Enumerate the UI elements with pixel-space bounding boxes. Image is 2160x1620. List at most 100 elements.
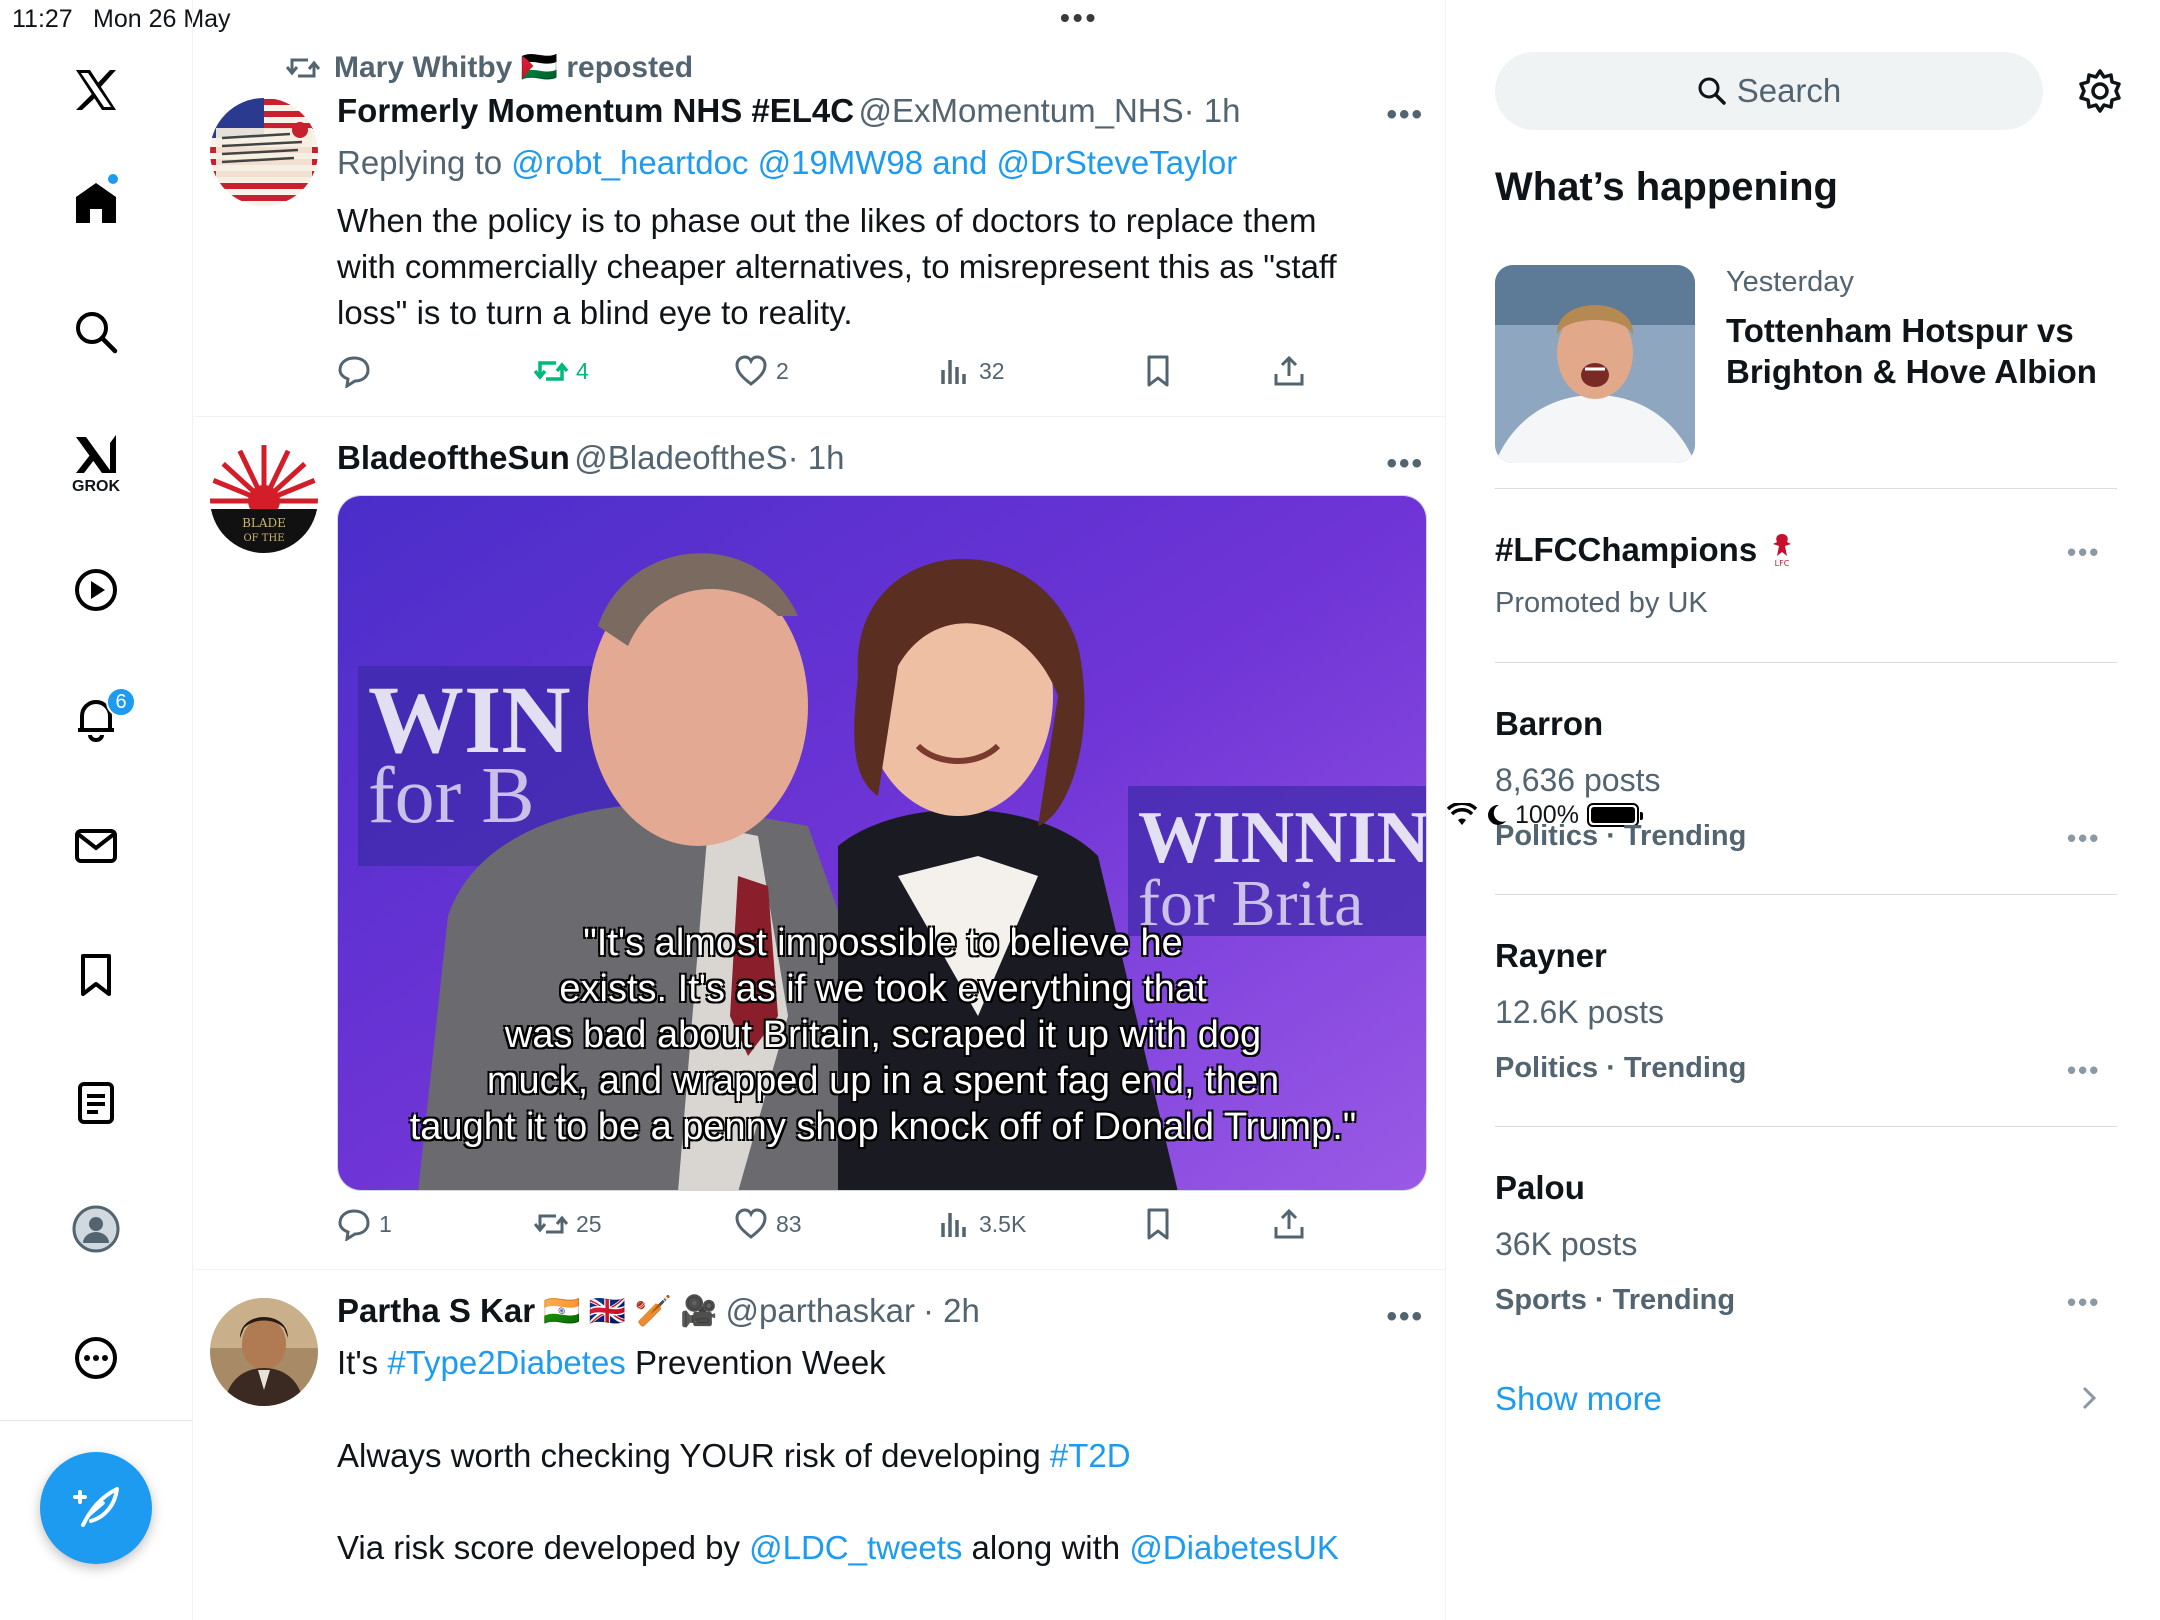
- repost-count: 25: [576, 1210, 602, 1237]
- compose-feather-icon: [73, 1487, 119, 1527]
- search-input[interactable]: Search: [1495, 52, 2043, 130]
- promoted-trend-title: #LFCChampions: [1495, 531, 1758, 568]
- author-handle[interactable]: @parthaskar: [726, 1292, 915, 1330]
- share-icon: [1274, 355, 1304, 386]
- promoted-by-label: Promoted by UK: [1495, 587, 1708, 619]
- replying-mentions[interactable]: @robt_heartdoc @19MW98 and @DrSteveTaylo…: [511, 144, 1237, 181]
- show-more-link[interactable]: Show more: [1495, 1380, 1662, 1418]
- trend-more-icon[interactable]: •••: [2067, 823, 2100, 854]
- author-handle[interactable]: @BladeoftheS: [574, 439, 787, 476]
- caption-line: was bad about Britain, scraped it up wit…: [504, 1014, 1262, 1056]
- repost-icon: [534, 1214, 568, 1234]
- tweet-actions: 4 2 32: [337, 354, 1317, 394]
- trend-title[interactable]: Rayner: [1495, 937, 1607, 975]
- caption-line: taught it to be a penny shop knock off o…: [409, 1106, 1357, 1148]
- whats-happening-heading: What’s happening: [1495, 165, 1838, 209]
- grok-icon[interactable]: [71, 430, 121, 480]
- bookmarks-icon[interactable]: [71, 950, 121, 1000]
- tweet-header: Formerly Momentum NHS #EL4C @ExMomentum_…: [337, 92, 1241, 130]
- repost-count: 4: [576, 357, 589, 384]
- trend-more-icon[interactable]: •••: [2067, 1055, 2100, 1086]
- repost-button[interactable]: 4: [534, 354, 589, 388]
- views-count: 3.5K: [979, 1210, 1027, 1237]
- profile-icon[interactable]: [71, 1204, 121, 1254]
- mention-link[interactable]: @LDC_tweets: [749, 1529, 962, 1566]
- tweet-time[interactable]: · 2h: [923, 1292, 980, 1330]
- share-button[interactable]: [1272, 354, 1306, 388]
- trend-more-icon[interactable]: •••: [2067, 537, 2100, 568]
- grok-label: GROK: [72, 478, 120, 495]
- tweet[interactable]: Partha S Kar 🇮🇳 🇬🇧 🏏 🎥 @parthaskar · 2h •…: [194, 1270, 1445, 1620]
- bookmark-button[interactable]: [1141, 354, 1175, 388]
- views-count: 32: [979, 357, 1005, 384]
- reply-icon: [338, 1209, 370, 1241]
- search-placeholder: Search: [1736, 72, 1842, 109]
- text-segment: along with: [962, 1529, 1130, 1566]
- tweet[interactable]: Mary Whitby 🇵🇸 reposted Formerly Momentu…: [194, 40, 1445, 417]
- repost-label: Mary Whitby 🇵🇸 reposted: [334, 51, 694, 84]
- caption-line: exists. It's as if we took everything th…: [559, 968, 1207, 1010]
- trend-separator: [1495, 488, 2117, 489]
- tweet-header: BladeoftheSun @BladeoftheS· 1h: [337, 439, 844, 477]
- bookmark-icon: [1147, 355, 1169, 387]
- video-icon[interactable]: [71, 565, 121, 615]
- caption-line: "It's almost impossible to believe he: [583, 922, 1183, 964]
- sign-text-left-2: for B: [368, 752, 535, 840]
- messages-icon[interactable]: [71, 821, 121, 871]
- share-icon: [1274, 1208, 1304, 1239]
- avatar[interactable]: BLADE OF THE: [210, 445, 318, 553]
- avatar[interactable]: [210, 1298, 318, 1406]
- chevron-right-icon[interactable]: [2079, 1384, 2099, 1417]
- reply-button[interactable]: 1: [337, 1207, 392, 1241]
- trend-category: Politics · Trending: [1495, 820, 1747, 852]
- tweet-media-image[interactable]: WIN for B WINNIN for Brita "It's almost …: [337, 495, 1427, 1191]
- tweet-more-icon[interactable]: •••: [1386, 98, 1424, 132]
- compose-button[interactable]: [40, 1452, 152, 1564]
- share-button[interactable]: [1272, 1207, 1306, 1241]
- trend-title[interactable]: Barron: [1495, 705, 1603, 743]
- views-chart-icon: [941, 1213, 966, 1237]
- author-name[interactable]: BladeoftheSun: [337, 439, 570, 476]
- svg-text:BLADE: BLADE: [242, 516, 286, 530]
- avatar[interactable]: [210, 98, 318, 206]
- settings-gear-icon[interactable]: [2077, 68, 2123, 114]
- featured-trend-title[interactable]: Tottenham Hotspur vs Brighton & Hove Alb…: [1726, 310, 2097, 392]
- tweet-time[interactable]: · 1h: [788, 439, 845, 476]
- views-chart-icon: [941, 360, 966, 384]
- mention-link[interactable]: @DiabetesUK: [1129, 1529, 1339, 1566]
- like-button[interactable]: 83: [734, 1207, 802, 1241]
- bookmark-button[interactable]: [1141, 1207, 1175, 1241]
- tweet-more-icon[interactable]: •••: [1386, 1300, 1424, 1334]
- lfc-liverbird-icon: LFC: [1773, 534, 1792, 568]
- promoted-trend[interactable]: #LFCChampions LFC: [1495, 530, 1795, 570]
- reply-button[interactable]: [337, 354, 379, 388]
- like-button[interactable]: 2: [734, 354, 789, 388]
- tweet-time[interactable]: · 1h: [1184, 92, 1241, 129]
- author-handle[interactable]: @ExMomentum_NHS: [859, 92, 1184, 129]
- trend-more-icon[interactable]: •••: [2067, 1287, 2100, 1318]
- text-segment: It's: [337, 1344, 388, 1381]
- more-icon[interactable]: [71, 1333, 121, 1383]
- x-logo-icon[interactable]: [71, 65, 121, 115]
- text-segment: Via risk score developed by: [337, 1529, 750, 1566]
- search-icon[interactable]: [71, 307, 121, 357]
- timeline-feed[interactable]: Mary Whitby 🇵🇸 reposted Formerly Momentu…: [194, 0, 1446, 1620]
- home-unread-dot: [106, 172, 120, 186]
- tweet[interactable]: BLADE OF THE BladeoftheSun @BladeoftheS·…: [194, 417, 1445, 1270]
- tweet-more-icon[interactable]: •••: [1386, 447, 1424, 481]
- featured-trend-image[interactable]: [1495, 265, 1695, 463]
- tweet-actions: 1 25 83 3.5K: [337, 1207, 1317, 1247]
- lists-icon[interactable]: [71, 1078, 121, 1128]
- tweet-text-line: loss" is to turn a blind eye to reality.: [337, 294, 853, 331]
- trend-title[interactable]: Palou: [1495, 1169, 1585, 1207]
- hashtag-link[interactable]: #T2D: [1050, 1437, 1131, 1474]
- repost-button[interactable]: 25: [534, 1207, 602, 1241]
- hashtag-link[interactable]: #Type2Diabetes: [387, 1344, 626, 1381]
- views-button[interactable]: 3.5K: [937, 1207, 1026, 1241]
- trend-post-count: 36K posts: [1495, 1226, 1638, 1262]
- author-name[interactable]: Formerly Momentum NHS #EL4C: [337, 92, 854, 129]
- views-button[interactable]: 32: [937, 354, 1005, 388]
- author-name[interactable]: Partha S Kar: [337, 1292, 535, 1330]
- trend-separator: [1495, 1126, 2117, 1127]
- search-icon: [1698, 77, 1726, 105]
